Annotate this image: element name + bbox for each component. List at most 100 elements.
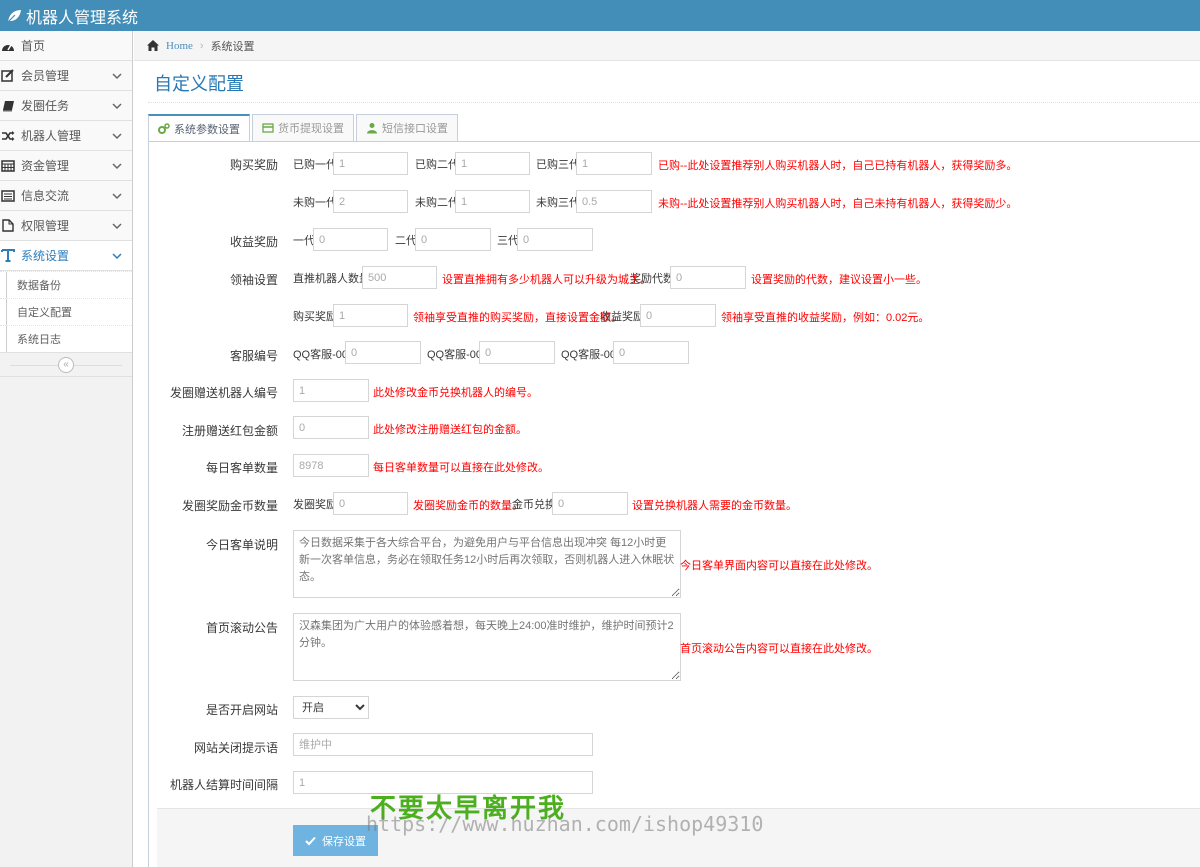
unbought-hint: 未购--此处设置推荐别人购买机器人时，自己未持有机器人，获得奖励少。: [658, 198, 1018, 210]
cogs-icon: [158, 122, 170, 134]
dashboard-icon: [1, 39, 15, 53]
book-icon: [1, 99, 15, 113]
daily-orders-hint: 每日客单数量可以直接在此处修改。: [373, 462, 549, 474]
tab-system-params[interactable]: 系统参数设置: [148, 114, 250, 142]
check-icon: [305, 836, 316, 845]
sidebar-item-label: 会员管理: [21, 69, 70, 83]
unbought-gen2-input[interactable]: [455, 190, 530, 213]
qq1-input[interactable]: [345, 341, 421, 364]
unbought-gen1-input[interactable]: [333, 190, 408, 213]
tab-label: 系统参数设置: [174, 123, 240, 136]
user-icon: [367, 123, 377, 134]
breadcrumb-home-link[interactable]: Home: [166, 40, 193, 52]
leader-income-hint: 领袖享受直推的收益奖励，例如：0.02元。: [721, 312, 930, 324]
leader-buy-input[interactable]: [333, 304, 408, 327]
leader-settings-label: 领袖设置: [229, 273, 278, 287]
gift-robot-hint: 此处修改金币兑换机器人的编号。: [373, 387, 538, 399]
service-number-label: 客服编号: [229, 349, 278, 363]
income-reward-label: 收益奖励: [229, 235, 278, 249]
chevron-down-icon: [112, 103, 122, 110]
close-tip-label: 网站关闭提示语: [193, 741, 278, 755]
breadcrumb-separator: ›: [199, 39, 204, 52]
daily-desc-textarea[interactable]: [293, 530, 681, 598]
unbought-gen2-label: 未购二代: [415, 197, 459, 209]
list-icon: [1, 189, 15, 203]
sidebar-item-members[interactable]: 会员管理: [0, 61, 132, 91]
sidebar-item-label: 发圈任务: [21, 99, 70, 113]
bought-gen2-label: 已购二代: [415, 159, 459, 171]
coin-reward-label: 发圈奖励金币数量: [181, 499, 278, 513]
close-tip-input[interactable]: [293, 733, 593, 756]
register-gift-hint: 此处修改注册赠送红包的金额。: [373, 424, 527, 436]
generations-label: 奖励代数: [630, 273, 674, 285]
income-gen2-input[interactable]: [415, 228, 491, 251]
register-gift-label: 注册赠送红包金额: [181, 424, 278, 438]
bought-gen3-input[interactable]: [576, 152, 652, 175]
bought-hint: 已购--此处设置推荐别人购买机器人时，自己已持有机器人，获得奖励多。: [658, 160, 1018, 172]
direct-count-label: 直推机器人数量: [293, 273, 370, 285]
header-divider: [148, 102, 1200, 103]
unbought-gen3-input[interactable]: [576, 190, 652, 213]
coin-exchange-hint: 设置兑换机器人需要的金币数量。: [632, 500, 797, 512]
leader-income-label: 收益奖励: [600, 311, 644, 323]
coin-exchange-input[interactable]: [552, 492, 628, 515]
text-icon: [1, 249, 15, 263]
bought-gen2-input[interactable]: [455, 152, 530, 175]
tab-sms-interface[interactable]: 短信接口设置: [356, 114, 458, 142]
notice-hint: 首页滚动公告内容可以直接在此处修改。: [680, 643, 878, 655]
breadcrumb-current: 系统设置: [210, 40, 255, 53]
daily-desc-label: 今日客单说明: [205, 538, 278, 552]
random-icon: [1, 129, 15, 143]
generations-input[interactable]: [670, 266, 746, 289]
generations-hint: 设置奖励的代数，建议设置小一些。: [751, 274, 927, 286]
tab-currency-withdraw[interactable]: 货币提现设置: [252, 114, 354, 142]
circle-reward-input[interactable]: [333, 492, 408, 515]
coin-exchange-label: 金币兑换: [512, 499, 556, 511]
chevron-down-icon: [112, 73, 122, 80]
unbought-gen1-label: 未购一代: [293, 197, 337, 209]
sidebar-item-robots[interactable]: 机器人管理: [0, 121, 132, 151]
qq2-input[interactable]: [479, 341, 555, 364]
sidebar-item-messages[interactable]: 信息交流: [0, 181, 132, 211]
site-open-label: 是否开启网站: [205, 703, 278, 717]
sidebar-item-tasks[interactable]: 发圈任务: [0, 91, 132, 121]
credit-card-icon: [262, 123, 274, 133]
edit-icon: [1, 69, 15, 83]
income-gen1-input[interactable]: [313, 228, 388, 251]
settings-tabs: 系统参数设置 货币提现设置 短信接口设置: [148, 114, 460, 142]
app-title[interactable]: 机器人管理系统: [26, 4, 138, 28]
submenu-item-custom-config[interactable]: 自定义配置: [0, 298, 132, 325]
sidebar-item-home[interactable]: 首页: [0, 31, 132, 61]
settle-interval-input[interactable]: [293, 771, 593, 794]
sidebar-item-label: 首页: [21, 39, 46, 53]
leader-income-input[interactable]: [640, 304, 716, 327]
direct-count-input[interactable]: [362, 266, 437, 289]
settle-interval-label: 机器人结算时间间隔: [169, 778, 278, 792]
income-gen3-input[interactable]: [517, 228, 593, 251]
bought-gen1-label: 已购一代: [293, 159, 337, 171]
sidebar-item-label: 资金管理: [21, 159, 70, 173]
register-gift-input[interactable]: [293, 416, 369, 439]
gift-robot-input[interactable]: [293, 379, 369, 402]
tab-label: 短信接口设置: [382, 123, 448, 135]
qq3-input[interactable]: [613, 341, 689, 364]
circle-reward-label: 发圈奖励: [293, 499, 337, 511]
notice-textarea[interactable]: [293, 613, 681, 681]
save-button-label: 保存设置: [322, 835, 366, 848]
breadcrumb: Home › 系统设置: [134, 31, 1200, 61]
bought-gen3-label: 已购三代: [536, 159, 580, 171]
circle-reward-hint: 发圈奖励金币的数量。: [413, 500, 523, 512]
unbought-gen3-label: 未购三代: [536, 197, 580, 209]
calendar-icon: [1, 159, 15, 173]
income-gen3-label: 三代: [497, 235, 519, 247]
top-navbar: 机器人管理系统: [0, 0, 1200, 31]
sidebar-item-label: 信息交流: [21, 189, 70, 203]
gift-robot-label: 发圈赠送机器人编号: [169, 386, 278, 400]
daily-desc-hint: 今日客单界面内容可以直接在此处修改。: [680, 560, 878, 572]
site-open-select[interactable]: 开启: [293, 696, 369, 719]
daily-orders-input[interactable]: [293, 454, 369, 477]
chevron-down-icon: [112, 193, 122, 200]
collapse-sidebar-button[interactable]: «: [58, 356, 74, 373]
bought-gen1-input[interactable]: [333, 152, 408, 175]
save-settings-button[interactable]: 保存设置: [293, 825, 378, 856]
